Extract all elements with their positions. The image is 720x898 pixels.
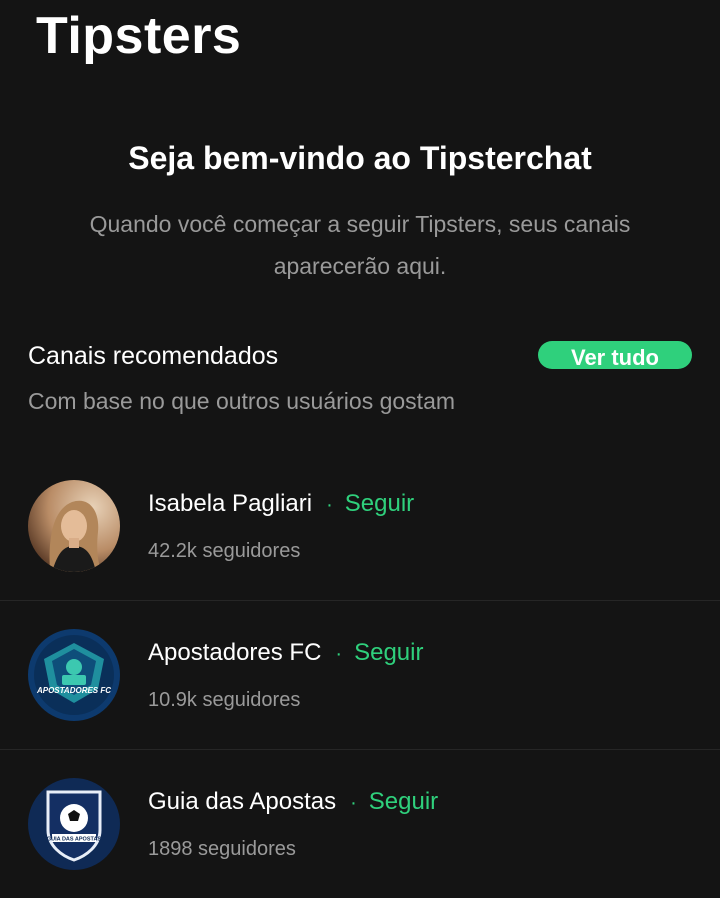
woman-portrait-icon — [28, 480, 120, 572]
apostadores-fc-logo-icon: APOSTADORES FC — [28, 629, 120, 721]
channel-name: Isabela Pagliari — [148, 490, 313, 517]
channel-name-row: Isabela Pagliari · Seguir — [148, 490, 414, 518]
channel-name: Guia das Apostas — [148, 788, 337, 815]
channel-name-row: Apostadores FC · Seguir — [148, 639, 423, 667]
follow-button[interactable]: Seguir — [354, 639, 423, 666]
recommended-header: Canais recomendados Com base no que outr… — [28, 338, 692, 428]
separator-dot: · — [326, 494, 333, 516]
logo-text: GUIA DAS APOSTAS — [47, 837, 102, 843]
welcome-text: Quando você começar a seguir Tipsters, s… — [89, 211, 631, 279]
avatar[interactable] — [28, 480, 120, 572]
channel-name: Apostadores FC — [148, 639, 322, 666]
recommended-subtitle: Com base no que outros usuários gostam — [28, 388, 456, 414]
channel-name-row: Guia das Apostas · Seguir — [148, 788, 438, 816]
channel-item[interactable]: Isabela Pagliari · Seguir 42.2k seguidores — [0, 452, 720, 601]
welcome-section: Seja bem-vindo ao Tipsterchat Quando voc… — [0, 140, 720, 287]
separator-dot: · — [335, 643, 343, 665]
channel-item[interactable]: GUIA DAS APOSTAS Guia das Apostas · Seguir… — [0, 750, 720, 898]
follower-count: 42.2k seguidores — [148, 540, 301, 562]
welcome-title: Seja bem-vindo ao Tipsterchat — [128, 140, 592, 176]
separator-dot: · — [350, 792, 357, 814]
logo-text: APOSTADORES FC — [36, 686, 111, 695]
follow-button[interactable]: Seguir — [345, 490, 414, 517]
avatar[interactable]: APOSTADORES FC — [28, 629, 120, 721]
follower-count: 10.9k seguidores — [148, 689, 301, 711]
guia-das-apostas-logo-icon: GUIA DAS APOSTAS — [28, 778, 120, 870]
follow-button[interactable]: Seguir — [369, 788, 438, 815]
channel-list: Isabela Pagliari · Seguir 42.2k seguidores… — [0, 452, 720, 898]
recommended-title: Canais recomendados — [28, 342, 279, 370]
follower-count: 1898 seguidores — [148, 838, 296, 860]
see-all-button[interactable]: Ver tudo — [538, 341, 692, 369]
page-title: Tipsters — [36, 7, 242, 65]
avatar[interactable]: GUIA DAS APOSTAS — [28, 778, 120, 870]
channel-item[interactable]: APOSTADORES FC Apostadores FC · Seguir 10.… — [0, 601, 720, 750]
